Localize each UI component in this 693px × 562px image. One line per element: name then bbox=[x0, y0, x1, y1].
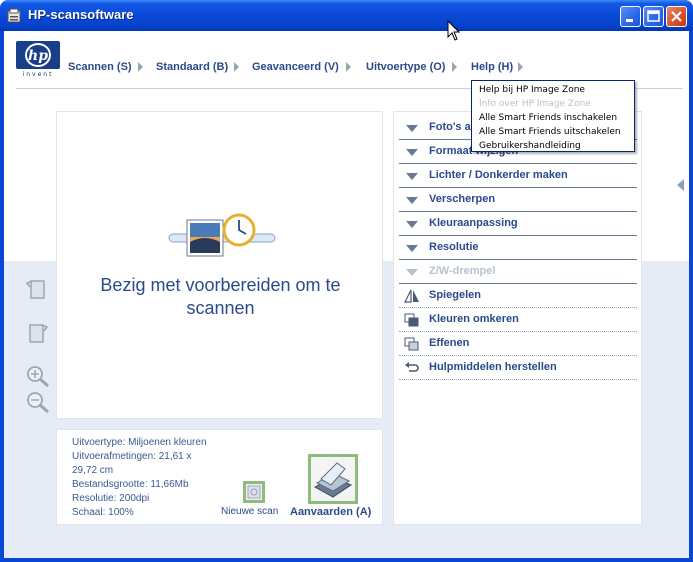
minimize-icon bbox=[626, 19, 633, 22]
menu-item-enable-smart-friends[interactable]: Alle Smart Friends inschakelen bbox=[479, 113, 617, 123]
mouse-cursor-icon bbox=[447, 20, 461, 41]
menu-advanced[interactable]: Geavanceerd (V) bbox=[252, 61, 339, 73]
resolution-text: Resolutie: 200dpi bbox=[72, 493, 150, 504]
option-label: Spiegelen bbox=[429, 289, 481, 301]
option-label: Verscherpen bbox=[429, 193, 496, 205]
menu-scan[interactable]: Scannen (S) bbox=[68, 61, 132, 73]
option-label: Z/W-drempel bbox=[429, 265, 496, 277]
scale-text: Schaal: 100% bbox=[72, 507, 134, 518]
dimensions-text-cont: 29,72 cm bbox=[72, 465, 114, 476]
option-label: Kleuren omkeren bbox=[429, 313, 519, 325]
title-bar[interactable]: HP-scansoftware bbox=[0, 0, 693, 31]
option-label: Foto's a bbox=[429, 121, 471, 133]
help-menu-dropdown: Help bij HP Image Zone Info over HP Imag… bbox=[471, 80, 635, 152]
expand-triangle-icon bbox=[406, 125, 418, 132]
option-resolution[interactable]: Resolutie bbox=[399, 236, 637, 260]
maximize-icon bbox=[647, 10, 660, 22]
new-scan-button[interactable] bbox=[243, 481, 265, 503]
expand-triangle-icon bbox=[406, 149, 418, 156]
accept-button[interactable] bbox=[308, 454, 358, 504]
menu-item-about-image-zone: Info over HP Image Zone bbox=[479, 99, 591, 109]
rotate-right-icon[interactable] bbox=[24, 319, 52, 347]
new-scan-icon bbox=[247, 485, 261, 499]
undo-icon bbox=[405, 362, 419, 372]
option-label: Lichter / Donkerder maken bbox=[429, 169, 568, 181]
menu-help[interactable]: Help (H) bbox=[471, 61, 513, 73]
chevron-right-icon bbox=[234, 62, 239, 72]
rotate-left-icon[interactable] bbox=[24, 275, 52, 303]
divider bbox=[399, 379, 637, 380]
menu-item-disable-smart-friends[interactable]: Alle Smart Friends uitschakelen bbox=[479, 127, 621, 137]
app-window: HP-scansoftware hp invent Scannen (S) St… bbox=[0, 0, 693, 562]
window-title: HP-scansoftware bbox=[28, 7, 134, 22]
new-scan-label[interactable]: Nieuwe scan bbox=[221, 506, 278, 517]
menu-item-help-image-zone[interactable]: Help bij HP Image Zone bbox=[479, 85, 585, 95]
invert-colors-icon bbox=[404, 313, 419, 327]
option-sharpen[interactable]: Verscherpen bbox=[399, 188, 637, 212]
zoom-in-icon[interactable] bbox=[24, 363, 52, 391]
expand-triangle-icon bbox=[406, 245, 418, 252]
option-color-adjust[interactable]: Kleuraanpassing bbox=[399, 212, 637, 236]
hp-logo: hp invent bbox=[16, 41, 60, 77]
option-label: Effenen bbox=[429, 337, 470, 349]
chevron-right-icon bbox=[518, 62, 523, 72]
scan-info-panel: Uitvoertype: Miljoenen kleuren Uitvoeraf… bbox=[56, 429, 383, 525]
options-panel: Foto's a Formaat wijzigen Lichter / Donk… bbox=[393, 111, 642, 525]
dimensions-text: Uitvoerafmetingen: 21,61 x bbox=[72, 451, 192, 462]
expand-triangle-icon bbox=[406, 269, 418, 276]
menu-item-user-guide[interactable]: Gebruikershandleiding bbox=[479, 141, 581, 151]
expand-triangle-icon bbox=[406, 173, 418, 180]
output-type-text: Uitvoertype: Miljoenen kleuren bbox=[72, 437, 207, 448]
chevron-right-icon bbox=[346, 62, 351, 72]
chevron-right-icon bbox=[452, 62, 457, 72]
scanning-progress-icon bbox=[168, 213, 276, 257]
option-smooth[interactable]: Effenen bbox=[399, 332, 637, 356]
close-button[interactable] bbox=[666, 6, 687, 27]
minimize-button[interactable] bbox=[620, 6, 641, 27]
option-label: Resolutie bbox=[429, 241, 479, 253]
menu-output-type[interactable]: Uitvoertype (O) bbox=[366, 61, 445, 73]
collapse-panel-icon[interactable] bbox=[677, 179, 684, 191]
chevron-right-icon bbox=[138, 62, 143, 72]
client-area: hp invent Scannen (S) Standaard (B) Geav… bbox=[4, 31, 689, 558]
close-icon bbox=[671, 11, 682, 22]
option-invert-colors[interactable]: Kleuren omkeren bbox=[399, 308, 637, 332]
accept-label[interactable]: Aanvaarden (A) bbox=[290, 506, 371, 518]
scanner-app-icon bbox=[7, 8, 21, 23]
mirror-icon bbox=[404, 289, 419, 303]
maximize-button[interactable] bbox=[643, 6, 664, 27]
option-reset-tools[interactable]: Hulpmiddelen herstellen bbox=[399, 356, 637, 380]
option-label: Hulpmiddelen herstellen bbox=[429, 361, 557, 373]
zoom-out-icon[interactable] bbox=[24, 389, 52, 417]
menu-standard[interactable]: Standaard (B) bbox=[156, 61, 228, 73]
option-lighter-darker[interactable]: Lichter / Donkerder maken bbox=[399, 164, 637, 188]
option-mirror[interactable]: Spiegelen bbox=[399, 284, 637, 308]
status-message: Bezig met voorbereiden om te scannen bbox=[57, 274, 384, 320]
status-line-1: Bezig met voorbereiden om te bbox=[100, 275, 341, 295]
file-size-text: Bestandsgrootte: 11,66Mb bbox=[72, 479, 189, 490]
hp-logo-text: hp bbox=[28, 48, 48, 64]
scanner-icon bbox=[313, 462, 353, 498]
expand-triangle-icon bbox=[406, 221, 418, 228]
option-label: Kleuraanpassing bbox=[429, 217, 518, 229]
expand-triangle-icon bbox=[406, 197, 418, 204]
hp-logo-tagline: invent bbox=[23, 71, 54, 77]
smooth-icon bbox=[404, 337, 419, 351]
preview-pane: Bezig met voorbereiden om te scannen bbox=[56, 111, 383, 419]
option-bw-threshold: Z/W-drempel bbox=[399, 260, 637, 284]
status-line-2: scannen bbox=[186, 298, 255, 318]
